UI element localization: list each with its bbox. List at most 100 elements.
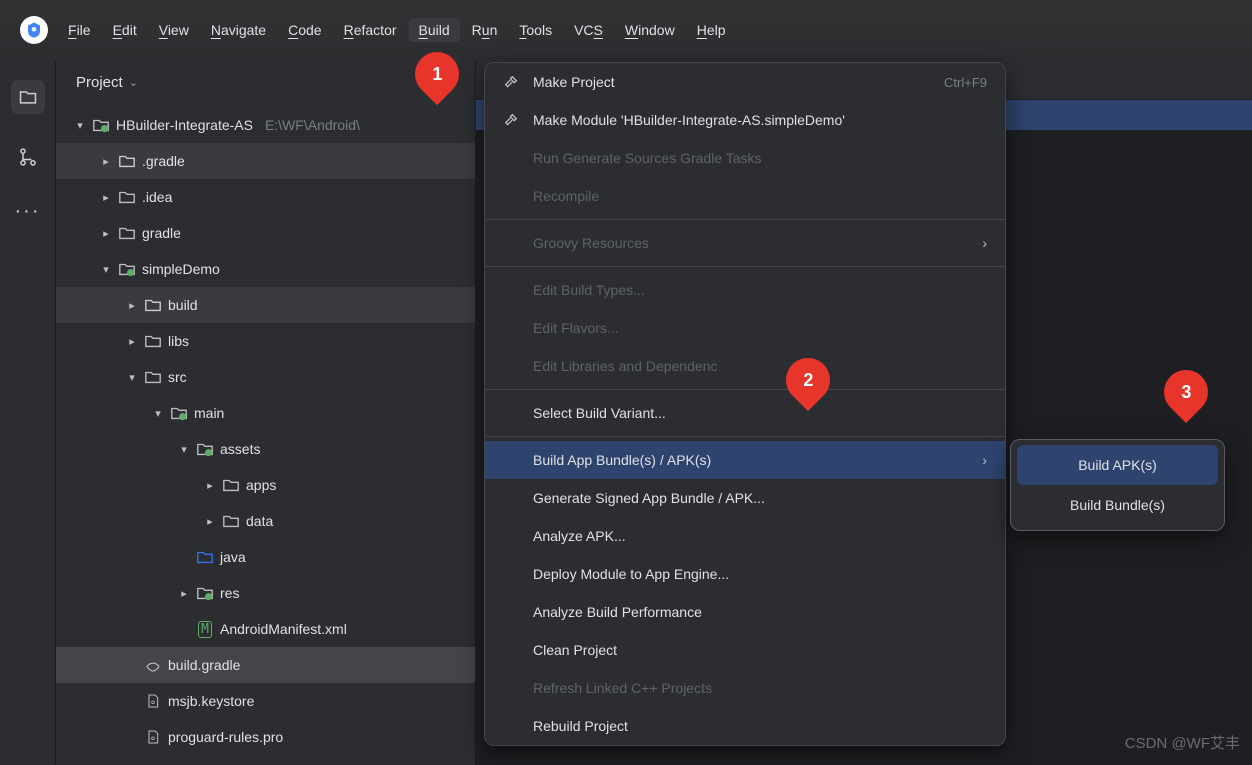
tree-item-src[interactable]: ▾ src [56,359,475,395]
more-tools-button[interactable]: ··· [15,200,41,223]
project-tool-button[interactable] [11,80,45,114]
menu-refactor[interactable]: Refactor [344,22,397,38]
hammer-icon [503,74,525,90]
menu-item-label: Edit Flavors... [533,320,619,336]
tree-item-label: proguard-rules.pro [168,729,283,745]
menu-edit[interactable]: Edit [113,22,137,38]
menu-file[interactable]: File [68,22,91,38]
tree-item-build-gradle[interactable]: build.gradle [56,647,475,683]
menu-item-generate-signed-app-bundle-apk-[interactable]: Generate Signed App Bundle / APK... [485,479,1005,517]
menu-view[interactable]: View [159,22,189,38]
structure-tool-button[interactable] [11,140,45,174]
chevron-right-icon: › [982,235,987,251]
menu-item-deploy-module-to-app-engine-[interactable]: Deploy Module to App Engine... [485,555,1005,593]
menu-item-label: Make Module 'HBuilder-Integrate-AS.simpl… [533,112,845,128]
menu-item-edit-build-types-: Edit Build Types... [485,271,1005,309]
menu-window[interactable]: Window [625,22,675,38]
tree-item-label: data [246,513,273,529]
folder-icon [144,368,162,386]
chevron-icon: ▾ [100,263,112,276]
menu-run[interactable]: Run [472,22,498,38]
tree-item-hbuilder-integrate-as[interactable]: ▾HBuilder-Integrate-ASE:\WF\Android\ [56,107,475,143]
menu-build[interactable]: Build [409,18,460,42]
tree-item-data[interactable]: ▸ data [56,503,475,539]
tree-item-label: HBuilder-Integrate-AS [116,117,253,133]
xml-icon: M [196,620,214,638]
menu-item-clean-project[interactable]: Clean Project [485,631,1005,669]
folder-icon [144,332,162,350]
menu-item-build-app-bundle-s-apk-s-[interactable]: Build App Bundle(s) / APK(s) › [485,441,1005,479]
tree-item-java[interactable]: java [56,539,475,575]
menu-navigate[interactable]: Navigate [211,22,266,38]
menu-item-label: Select Build Variant... [533,405,666,421]
menu-vcs[interactable]: VCS [574,22,603,38]
project-view-selector[interactable]: Project ⌄ [56,60,475,107]
file-icon [144,692,162,710]
tree-item-apps[interactable]: ▸apps [56,467,475,503]
chevron-icon: ▸ [100,155,112,168]
tree-item-assets[interactable]: ▾assets [56,431,475,467]
menu-item-label: Deploy Module to App Engine... [533,566,729,582]
build-menu-popup: Make ProjectCtrl+F9 Make Module 'HBuilder… [484,62,1006,746]
menu-item-rebuild-project[interactable]: Rebuild Project [485,707,1005,745]
tree-item-main[interactable]: ▾main [56,395,475,431]
tree-item-proguard-rules-pro[interactable]: proguard-rules.pro [56,719,475,755]
chevron-icon: ▾ [126,371,138,384]
tree-item-simpledemo[interactable]: ▾ simpleDemo [56,251,475,287]
tree-item--gradle[interactable]: ▸.gradle [56,143,475,179]
tree-item-label: .idea [142,189,172,205]
chevron-icon: ▸ [100,227,112,240]
tree-item-gradle[interactable]: ▸ gradle [56,215,475,251]
menu-item-label: Analyze Build Performance [533,604,702,620]
folder-icon [222,512,240,530]
tree-item-label: simpleDemo [142,261,220,277]
menu-item-analyze-build-performance[interactable]: Analyze Build Performance [485,593,1005,631]
chevron-icon: ▸ [126,299,138,312]
menu-item-label: Build App Bundle(s) / APK(s) [533,452,711,468]
menu-code[interactable]: Code [288,22,321,38]
tree-item-label: java [220,549,246,565]
tree-item-res[interactable]: ▸res [56,575,475,611]
menu-item-run-generate-sources-gradle-tasks: Run Generate Sources Gradle Tasks [485,139,1005,177]
menu-bar: FileEditViewNavigateCodeRefactorBuildRun… [68,22,726,38]
tree-item-label: libs [168,333,189,349]
tree-item-msjb-keystore[interactable]: msjb.keystore [56,683,475,719]
chevron-icon: ▸ [126,335,138,348]
title-bar: File Edit View Navigate Code Refactor Build Run… [0,0,1252,60]
chevron-down-icon: ⌄ [129,76,138,89]
menu-tools[interactable]: Tools [519,22,552,38]
submenu-item-build-apk-s-[interactable]: Build APK(s) [1017,445,1218,485]
menu-item-recompile: Recompile [485,177,1005,215]
menu-item-edit-flavors-: Edit Flavors... [485,309,1005,347]
menu-item-analyze-apk-[interactable]: Analyze APK... [485,517,1005,555]
module-icon [170,404,188,422]
tree-item-label: build.gradle [168,657,240,673]
menu-item-refresh-linked-c-projects: Refresh Linked C++ Projects [485,669,1005,707]
watermark: CSDN @WF艾丰 [1125,732,1240,753]
tree-item-label: src [168,369,187,385]
folder-icon [222,476,240,494]
tree-item-label: apps [246,477,276,493]
menu-item-label: Run Generate Sources Gradle Tasks [533,150,762,166]
project-tree: ▾HBuilder-Integrate-ASE:\WF\Android\▸.gr… [56,107,475,755]
menu-item-edit-libraries-and-dependenc: Edit Libraries and Dependenc [485,347,1005,385]
submenu-item-build-bundle-s-[interactable]: Build Bundle(s) [1017,485,1218,525]
tree-item-androidmanifest-xml[interactable]: M AndroidManifest.xml [56,611,475,647]
chevron-right-icon: › [982,452,987,468]
menu-item-make-project[interactable]: Make ProjectCtrl+F9 [485,63,1005,101]
tree-item-build[interactable]: ▸build [56,287,475,323]
chevron-icon: ▸ [204,515,216,528]
folder-b-icon [196,548,214,566]
menu-item-select-build-variant-[interactable]: Select Build Variant... [485,394,1005,432]
menu-help[interactable]: Help [697,22,726,38]
tree-item-libs[interactable]: ▸ libs [56,323,475,359]
tree-item-label: gradle [142,225,181,241]
menu-item-label: Edit Build Types... [533,282,645,298]
chevron-icon: ▸ [100,191,112,204]
menu-item-make-module-hbuilder-integrate-as-simpledemo-[interactable]: Make Module 'HBuilder-Integrate-AS.simpl… [485,101,1005,139]
tree-item--idea[interactable]: ▸ .idea [56,179,475,215]
menu-item-label: Generate Signed App Bundle / APK... [533,490,765,506]
tree-item-label: AndroidManifest.xml [220,621,347,637]
build-submenu-popup: Build APK(s)Build Bundle(s) [1010,439,1225,531]
hammer-icon [503,112,525,128]
